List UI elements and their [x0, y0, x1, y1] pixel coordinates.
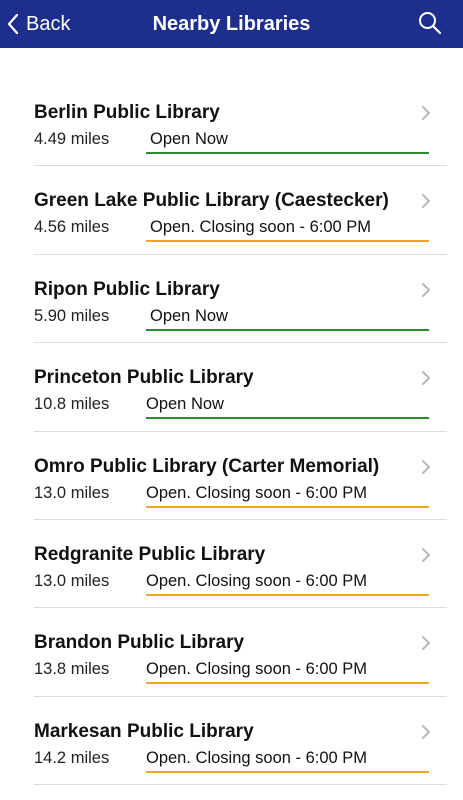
library-name: Omro Public Library (Carter Memorial) — [34, 455, 380, 477]
library-distance: 13.0 miles — [34, 571, 110, 590]
status-underline — [146, 682, 429, 685]
library-distance: 13.0 miles — [34, 483, 110, 502]
library-list-item[interactable]: Omro Public Library (Carter Memorial) 13.… — [0, 432, 463, 520]
library-name: Redgranite Public Library — [34, 543, 266, 565]
row-divider — [34, 784, 447, 786]
back-button[interactable]: Back — [6, 0, 70, 48]
chevron-right-icon — [422, 547, 430, 562]
library-status: Open. Closing soon - 6:00 PM — [146, 748, 368, 767]
library-status: Open. Closing soon - 6:00 PM — [146, 483, 368, 502]
library-name: Markesan Public Library — [34, 720, 254, 742]
library-status: Open. Closing soon - 6:00 PM — [146, 660, 368, 679]
status-underline — [146, 240, 429, 243]
status-underline — [146, 152, 429, 154]
chevron-right-icon — [422, 194, 430, 209]
chevron-right-icon — [422, 106, 430, 120]
library-list-item[interactable]: Brandon Public Library 13.8 miles Open. Cl… — [0, 608, 463, 697]
library-status: Open Now — [150, 306, 228, 325]
back-label: Back — [26, 12, 71, 35]
status-underline — [146, 593, 429, 596]
library-distance: 4.49 miles — [34, 130, 110, 148]
chevron-right-icon — [422, 636, 430, 651]
library-list: Berlin Public Library 4.49 miles Open Now G… — [0, 78, 463, 786]
library-name: Berlin Public Library — [34, 102, 220, 123]
status-underline — [146, 505, 429, 508]
library-status: Open Now — [150, 130, 228, 148]
chevron-right-icon — [422, 724, 430, 739]
library-distance: 14.2 miles — [34, 748, 110, 767]
status-underline — [146, 328, 429, 331]
chevron-right-icon — [422, 282, 430, 297]
library-list-item[interactable]: Princeton Public Library 10.8 miles Open N… — [0, 343, 463, 432]
library-distance: 13.8 miles — [34, 660, 110, 679]
library-distance: 4.56 miles — [34, 218, 110, 237]
library-list-item[interactable]: Green Lake Public Library (Caestecker) 4.… — [0, 166, 463, 255]
library-status: Open. Closing soon - 6:00 PM — [150, 218, 372, 237]
library-distance: 5.90 miles — [34, 306, 110, 325]
library-name: Princeton Public Library — [34, 367, 254, 389]
navigation-bar: Back Nearby Libraries — [0, 0, 463, 48]
library-list-item[interactable]: Ripon Public Library 5.90 miles Open Now — [0, 255, 463, 344]
library-status: Open. Closing soon - 6:00 PM — [146, 571, 368, 590]
library-name: Ripon Public Library — [34, 278, 220, 300]
chevron-right-icon — [422, 371, 430, 386]
chevron-left-icon — [7, 13, 19, 35]
status-underline — [146, 770, 429, 773]
library-list-item[interactable]: Redgranite Public Library 13.0 miles Open.… — [0, 520, 463, 609]
chevron-right-icon — [422, 459, 430, 474]
search-icon[interactable] — [417, 10, 443, 36]
library-list-item[interactable]: Markesan Public Library 14.2 miles Open. C… — [0, 697, 463, 786]
library-status: Open Now — [146, 395, 224, 414]
library-name: Brandon Public Library — [34, 632, 245, 654]
status-underline — [146, 417, 429, 420]
library-list-item[interactable]: Berlin Public Library 4.49 miles Open Now — [0, 78, 463, 167]
library-name: Green Lake Public Library (Caestecker) — [34, 190, 389, 212]
library-distance: 10.8 miles — [34, 395, 110, 414]
